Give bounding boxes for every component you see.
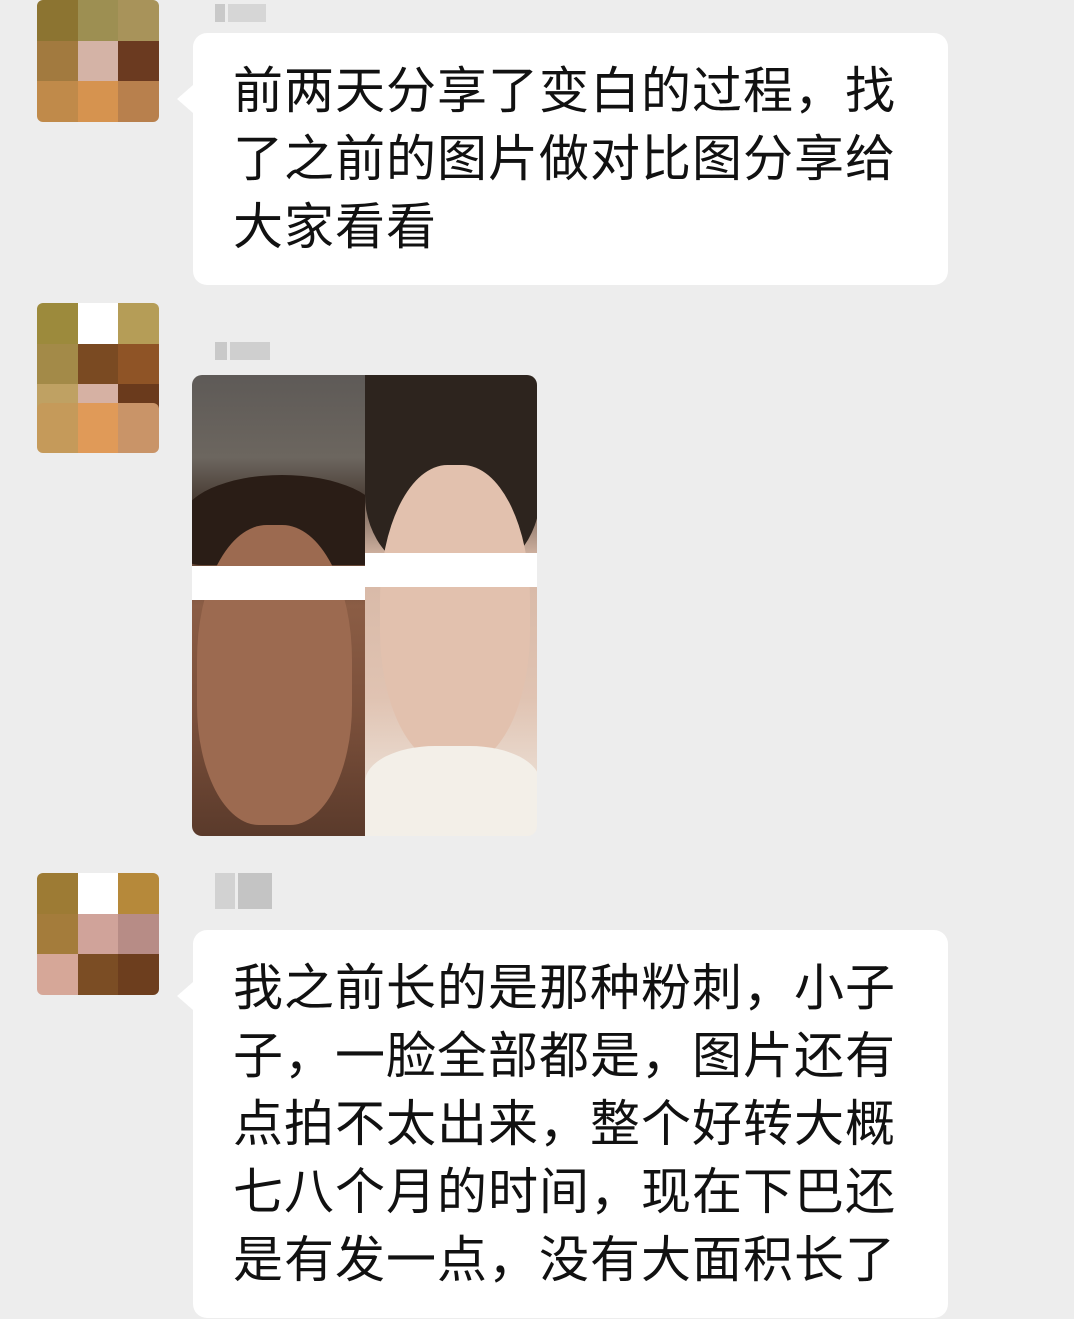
sender-avatar[interactable] xyxy=(37,0,159,122)
message-image[interactable] xyxy=(192,375,537,836)
message-text-3: 我之前长的是那种粉刺，小子子，一脸全部都是，图片还有点拍不太出来，整个好转大概七… xyxy=(233,959,896,1289)
privacy-mask xyxy=(364,553,537,587)
message-text-1: 前两天分享了变白的过程，找了之前的图片做对比图分享给大家看看 xyxy=(233,62,896,256)
sender-avatar-bottom xyxy=(37,403,159,453)
before-photo xyxy=(192,375,365,836)
sender-name xyxy=(215,4,266,22)
after-photo xyxy=(364,375,537,836)
message-bubble-3[interactable]: 我之前长的是那种粉刺，小子子，一脸全部都是，图片还有点拍不太出来，整个好转大概七… xyxy=(177,930,948,1318)
privacy-mask xyxy=(192,566,365,600)
message-bubble-1[interactable]: 前两天分享了变白的过程，找了之前的图片做对比图分享给大家看看 xyxy=(177,33,948,285)
sender-avatar[interactable] xyxy=(37,873,159,995)
sender-name xyxy=(215,873,272,909)
sender-name xyxy=(215,342,270,360)
